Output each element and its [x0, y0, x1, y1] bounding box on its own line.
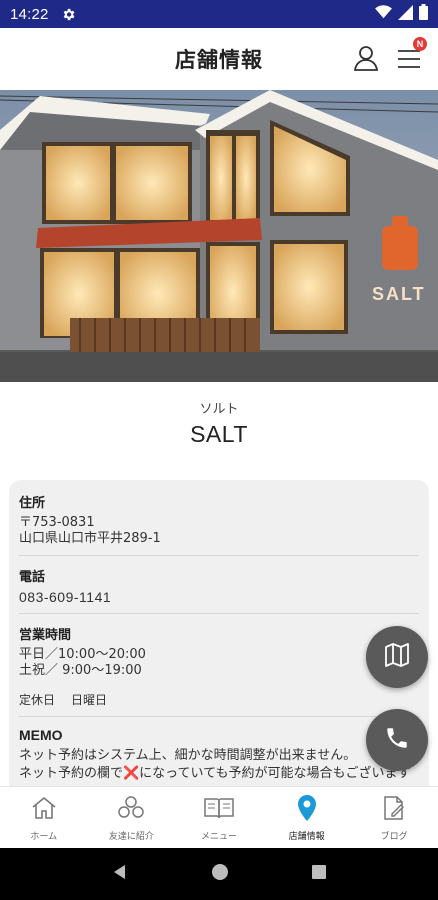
- memo-section: MEMO ネット予約はシステム上、細かな時間調整が出来ません。 ネット予約の欄で…: [19, 716, 419, 791]
- tab-menu[interactable]: メニュー: [175, 787, 263, 848]
- tab-shop-info-label: 店舗情報: [288, 832, 325, 842]
- tab-blog[interactable]: ブログ: [350, 787, 438, 848]
- home-icon: [30, 794, 58, 826]
- shop-photo: SALT: [0, 90, 438, 382]
- memo-line-1: ネット予約はシステム上、細かな時間調整が出来ません。: [19, 748, 357, 763]
- closed-value: 日曜日: [71, 693, 108, 707]
- home-circle-icon[interactable]: [211, 863, 229, 885]
- back-icon[interactable]: [111, 863, 129, 885]
- postal-code: 〒753-0831: [19, 515, 95, 530]
- recents-icon[interactable]: [311, 864, 327, 884]
- user-icon[interactable]: [352, 44, 380, 76]
- address-section: 住所 〒753-0831 山口県山口市平井289-1: [19, 492, 419, 555]
- shop-info-card: 住所 〒753-0831 山口県山口市平井289-1 電話 083-609-11…: [9, 480, 429, 800]
- page-title: 店舗情報: [175, 48, 263, 72]
- tab-menu-label: メニュー: [200, 832, 237, 842]
- signal-icon: [398, 4, 413, 24]
- address-text[interactable]: 山口県山口市平井289-1: [19, 531, 419, 547]
- phone-section: 電話 083-609-1141: [19, 555, 419, 613]
- tab-shop-info[interactable]: 店舗情報: [263, 787, 351, 848]
- bottom-tab-bar: ホーム 友達に紹介 メニュー 店舗情報 ブログ: [0, 786, 438, 848]
- wall-sign-text: SALT: [372, 284, 426, 304]
- map-icon: [382, 640, 412, 674]
- phone-label: 電話: [19, 570, 46, 585]
- status-bar: 14:22: [0, 0, 438, 28]
- tab-invite-friends[interactable]: 友達に紹介: [88, 787, 176, 848]
- closed-label: 定休日: [19, 693, 56, 707]
- shop-name: SALT: [190, 421, 248, 447]
- location-pin-icon: [296, 794, 318, 826]
- address-label: 住所: [19, 496, 46, 511]
- system-nav-bar: [0, 848, 438, 900]
- tab-home-label: ホーム: [30, 832, 58, 842]
- hours-section: 営業時間 平日／10:00〜20:00 土祝／ 9:00〜19:00 定休日 日曜…: [19, 613, 419, 716]
- status-time: 14:22: [10, 5, 49, 23]
- app-header: 店舗情報 N: [0, 28, 438, 90]
- memo-line-2: ネット予約の欄で❌になっていても予約が可能な場合もございます: [19, 766, 411, 781]
- phone-number[interactable]: 083-609-1141: [19, 589, 419, 605]
- wifi-icon: [375, 5, 392, 23]
- tab-invite-friends-label: 友達に紹介: [108, 832, 154, 842]
- shop-heading: ソルト SALT: [0, 398, 438, 448]
- hours-weekend: 土祝／ 9:00〜19:00: [19, 663, 142, 678]
- friends-icon: [116, 794, 146, 826]
- battery-icon: [419, 4, 428, 24]
- closed-days: 定休日 日曜日: [19, 691, 419, 708]
- map-button[interactable]: [366, 626, 428, 688]
- phone-icon: [384, 725, 410, 755]
- gear-icon: [61, 7, 76, 22]
- notification-badge: N: [413, 37, 427, 51]
- memo-label: MEMO: [19, 727, 63, 743]
- shop-name-kana: ソルト: [199, 402, 239, 417]
- tab-home[interactable]: ホーム: [0, 787, 88, 848]
- book-icon: [203, 794, 235, 826]
- hours-label: 営業時間: [19, 628, 72, 643]
- hours-weekday: 平日／10:00〜20:00: [19, 647, 146, 662]
- menu-icon[interactable]: N: [396, 37, 427, 76]
- blog-edit-icon: [380, 794, 408, 826]
- call-button[interactable]: [366, 709, 428, 771]
- tab-blog-label: ブログ: [380, 832, 408, 842]
